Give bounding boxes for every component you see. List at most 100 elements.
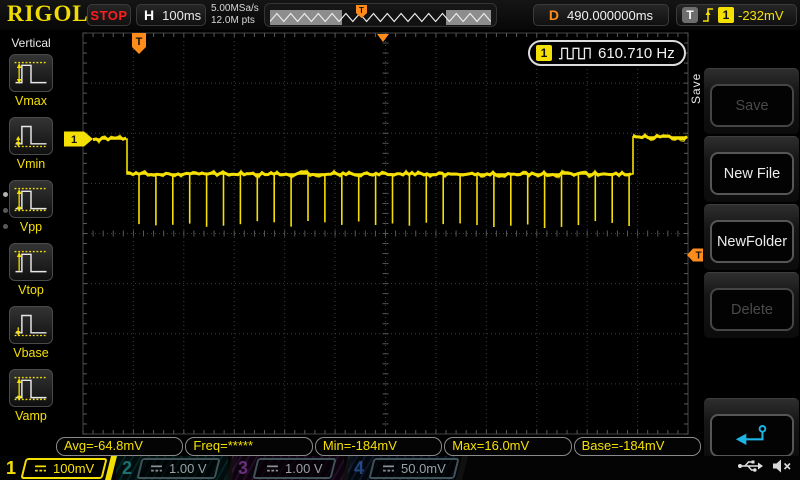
softkey-new-file[interactable]: New File (704, 136, 799, 202)
vmax-label: Vmax (0, 94, 62, 108)
memory-trigger-marker: T (356, 5, 367, 19)
top-status-bar: RIGOL STOP H 100ms 5.00MSa/s 12.0M pts T… (0, 0, 800, 30)
softkey-delete[interactable]: Delete (704, 272, 799, 338)
page-indicator-dot (3, 224, 8, 229)
vmin-icon (12, 121, 50, 152)
vamp-icon (12, 373, 50, 404)
new-folder-button[interactable]: NewFolder (710, 220, 794, 263)
softkey-back[interactable] (704, 398, 799, 464)
left-menu-item-vpp[interactable]: Vpp (0, 180, 62, 240)
channel-2-scale-box: 1.00 V (136, 458, 220, 479)
left-menu-item-vmin[interactable]: Vmin (0, 117, 62, 177)
channel-4-scale-box: 50.0mV (368, 458, 459, 479)
measurement-max: Max=16.0mV (444, 437, 571, 456)
svg-text:T: T (695, 251, 701, 262)
new-file-button[interactable]: New File (710, 152, 794, 195)
frequency-counter: 1 610.710 Hz (528, 40, 686, 66)
channel-1-indicator[interactable]: 1 100mV (0, 456, 106, 480)
measurement-freq: Freq=***** (185, 437, 312, 456)
dc-coupling-icon (266, 463, 279, 474)
dc-coupling-icon (150, 463, 163, 474)
trigger-delay-readout[interactable]: D 490.000000ms (533, 4, 669, 26)
softkey-new-folder[interactable]: NewFolder (704, 204, 799, 270)
vpp-icon (12, 184, 50, 215)
trigger-source-badge: 1 (718, 7, 734, 23)
page-indicator-dot (3, 192, 8, 197)
delay-value: 490.000000ms (567, 8, 653, 23)
channel-3-indicator[interactable]: 3 1.00 V (232, 456, 344, 480)
timebase-value: 100ms (162, 8, 201, 23)
channel-2-scale: 1.00 V (169, 461, 207, 476)
vtop-button[interactable] (9, 243, 53, 281)
channel-4-indicator[interactable]: 4 50.0mV (348, 456, 458, 480)
counter-frequency-value: 610.710 Hz (598, 45, 675, 62)
trigger-readout[interactable]: T 1 -232mV (676, 4, 797, 26)
delay-label: D (549, 7, 559, 23)
rising-edge-icon (702, 7, 714, 23)
vmin-button[interactable] (9, 117, 53, 155)
trigger-level-value: -232mV (738, 8, 784, 23)
usb-icon[interactable] (737, 459, 763, 473)
measurement-avg: Avg=-64.8mV (56, 437, 183, 456)
page-indicator-dot (3, 208, 8, 213)
vmin-label: Vmin (0, 157, 62, 171)
left-menu-item-vmax[interactable]: Vmax (0, 54, 62, 114)
channel-4-number: 4 (354, 458, 364, 479)
vmax-button[interactable] (9, 54, 53, 92)
channel-2-number: 2 (122, 458, 132, 479)
vpp-button[interactable] (9, 180, 53, 218)
brand-logo: RIGOL (7, 1, 89, 27)
delete-button[interactable]: Delete (710, 288, 794, 331)
left-menu-item-vamp[interactable]: Vamp (0, 369, 62, 429)
memory-position-bar[interactable]: T (264, 3, 497, 27)
right-softkey-menu: Save Save New File NewFolder Delete (703, 30, 800, 456)
channel-1-number: 1 (6, 458, 16, 479)
svg-text:T: T (359, 6, 364, 15)
save-button[interactable]: Save (710, 84, 794, 127)
status-icons (737, 459, 792, 473)
channel-1-scale: 100mV (53, 461, 94, 476)
svg-text:1: 1 (71, 134, 77, 146)
left-measure-menu: Vertical Vmax (0, 30, 62, 456)
vpp-label: Vpp (0, 220, 62, 234)
oscilloscope-screen: RIGOL STOP H 100ms 5.00MSa/s 12.0M pts T… (0, 0, 800, 480)
dc-coupling-icon (382, 463, 395, 474)
channel-4-scale: 50.0mV (401, 461, 446, 476)
channel-3-scale-box: 1.00 V (252, 458, 336, 479)
menu-tab-save: Save (689, 52, 703, 104)
run-state-label: STOP (90, 8, 127, 23)
vamp-label: Vamp (0, 409, 62, 423)
vbase-label: Vbase (0, 346, 62, 360)
back-button[interactable] (710, 414, 794, 457)
vbase-button[interactable] (9, 306, 53, 344)
channel-3-number: 3 (238, 458, 248, 479)
vtop-icon (12, 247, 50, 278)
trigger-label: T (682, 7, 698, 23)
memory-band: T (270, 10, 491, 25)
vmax-icon (12, 58, 50, 89)
measurement-results-bar: Avg=-64.8mV Freq=***** Min=-184mV Max=16… (56, 437, 701, 456)
vamp-button[interactable] (9, 369, 53, 407)
square-wave-icon (558, 45, 592, 61)
channel-3-scale: 1.00 V (285, 461, 323, 476)
waveform-display: T 1 T (60, 30, 710, 445)
channel-status-bar: 1 100mV 2 1.00 V 3 (0, 456, 800, 480)
channel-2-indicator[interactable]: 2 1.00 V (116, 456, 228, 480)
vtop-label: Vtop (0, 283, 62, 297)
dc-coupling-icon (34, 463, 47, 474)
return-arrow-icon (733, 423, 771, 448)
horizontal-label: H (144, 7, 154, 23)
left-menu-item-vbase[interactable]: Vbase (0, 306, 62, 366)
counter-source-badge: 1 (536, 45, 552, 61)
horizontal-timebase[interactable]: H 100ms (136, 4, 206, 26)
memory-depth: 12.0M pts (211, 15, 259, 27)
sample-rate: 5.00MSa/s (211, 3, 259, 15)
softkey-save[interactable]: Save (704, 68, 799, 134)
measurement-base: Base=-184mV (574, 437, 701, 456)
left-menu-item-vtop[interactable]: Vtop (0, 243, 62, 303)
run-state-indicator[interactable]: STOP (87, 4, 131, 26)
channel-1-scale-box: 100mV (20, 458, 107, 479)
svg-text:T: T (136, 36, 143, 48)
measurement-min: Min=-184mV (315, 437, 442, 456)
speaker-muted-icon[interactable] (772, 459, 792, 473)
